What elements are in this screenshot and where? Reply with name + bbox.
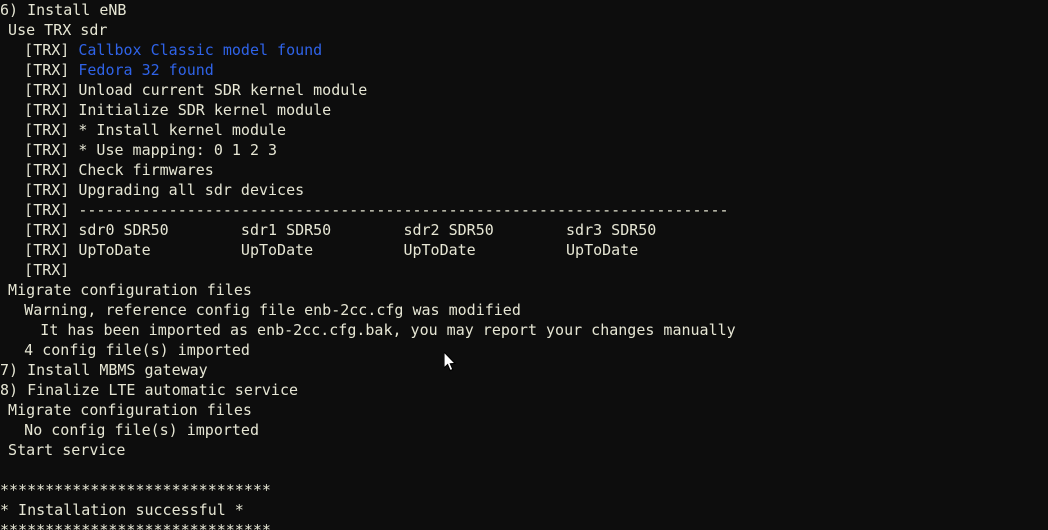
console-text: [TRX] Upgrading all sdr devices — [24, 181, 305, 199]
console-line: ****************************** — [0, 480, 1048, 500]
console-line: ****************************** — [0, 520, 1048, 530]
console-text: ****************************** — [0, 521, 271, 530]
console-line: Warning, reference config file enb-2cc.c… — [0, 300, 1048, 320]
console-line: * Installation successful * — [0, 500, 1048, 520]
console-text: Migrate configuration files — [8, 281, 252, 299]
console-text: ****************************** — [0, 481, 271, 499]
console-line: 6) Install eNB — [0, 0, 1048, 20]
console-text: Start service — [8, 441, 126, 459]
console-text: It has been imported as enb-2cc.cfg.bak,… — [40, 321, 736, 339]
console-line: [TRX] UpToDate UpToDate UpToDate UpToDat… — [0, 240, 1048, 260]
console-line: [TRX] * Install kernel module — [0, 120, 1048, 140]
console-line: [TRX] Check firmwares — [0, 160, 1048, 180]
console-text: 7) Install MBMS gateway — [0, 361, 208, 379]
console-line: [TRX] Initialize SDR kernel module — [0, 100, 1048, 120]
console-text: [TRX] — [24, 41, 79, 59]
console-text: Use TRX sdr — [8, 21, 108, 39]
console-text: [TRX] — [24, 261, 70, 279]
console-text: 6) Install eNB — [0, 1, 127, 19]
console-text: [TRX] ----------------------------------… — [24, 201, 729, 219]
console-text: [TRX] — [24, 61, 79, 79]
console-text: Warning, reference config file enb-2cc.c… — [24, 301, 521, 319]
console-line: Migrate configuration files — [0, 280, 1048, 300]
console-output: 6) Install eNB Use TRX sdr [TRX] Callbox C… — [0, 0, 1048, 530]
console-text: [TRX] Check firmwares — [24, 161, 214, 179]
console-line: Migrate configuration files — [0, 400, 1048, 420]
terminal-window[interactable]: 6) Install eNB Use TRX sdr [TRX] Callbox C… — [0, 0, 1048, 530]
console-text: [TRX] * Use mapping: 0 1 2 3 — [24, 141, 278, 159]
console-text: Migrate configuration files — [8, 401, 252, 419]
console-text: [TRX] sdr0 SDR50 sdr1 SDR50 sdr2 SDR50 s… — [24, 221, 657, 239]
console-text: [TRX] * Install kernel module — [24, 121, 287, 139]
console-text: No config file(s) imported — [24, 421, 259, 439]
console-line: Start service — [0, 440, 1048, 460]
console-line: [TRX] — [0, 260, 1048, 280]
console-text: * Installation successful * — [0, 501, 244, 519]
console-line: Use TRX sdr — [0, 20, 1048, 40]
console-text: Fedora 32 found — [78, 61, 214, 79]
console-text: 4 config file(s) imported — [24, 341, 250, 359]
console-line: [TRX] Fedora 32 found — [0, 60, 1048, 80]
console-line: [TRX] Callbox Classic model found — [0, 40, 1048, 60]
console-line: [TRX] sdr0 SDR50 sdr1 SDR50 sdr2 SDR50 s… — [0, 220, 1048, 240]
console-line: 7) Install MBMS gateway — [0, 360, 1048, 380]
console-line: [TRX] ----------------------------------… — [0, 200, 1048, 220]
console-line: It has been imported as enb-2cc.cfg.bak,… — [0, 320, 1048, 340]
console-text: [TRX] Unload current SDR kernel module — [24, 81, 368, 99]
console-text: 8) Finalize LTE automatic service — [0, 381, 299, 399]
console-text: Callbox Classic model found — [78, 41, 323, 59]
console-text: [TRX] UpToDate UpToDate UpToDate UpToDat… — [24, 241, 639, 259]
console-text: [TRX] Initialize SDR kernel module — [24, 101, 332, 119]
console-line: 8) Finalize LTE automatic service — [0, 380, 1048, 400]
console-line: 4 config file(s) imported — [0, 340, 1048, 360]
console-line: [TRX] Upgrading all sdr devices — [0, 180, 1048, 200]
console-line: [TRX] * Use mapping: 0 1 2 3 — [0, 140, 1048, 160]
console-line: No config file(s) imported — [0, 420, 1048, 440]
console-line: [TRX] Unload current SDR kernel module — [0, 80, 1048, 100]
